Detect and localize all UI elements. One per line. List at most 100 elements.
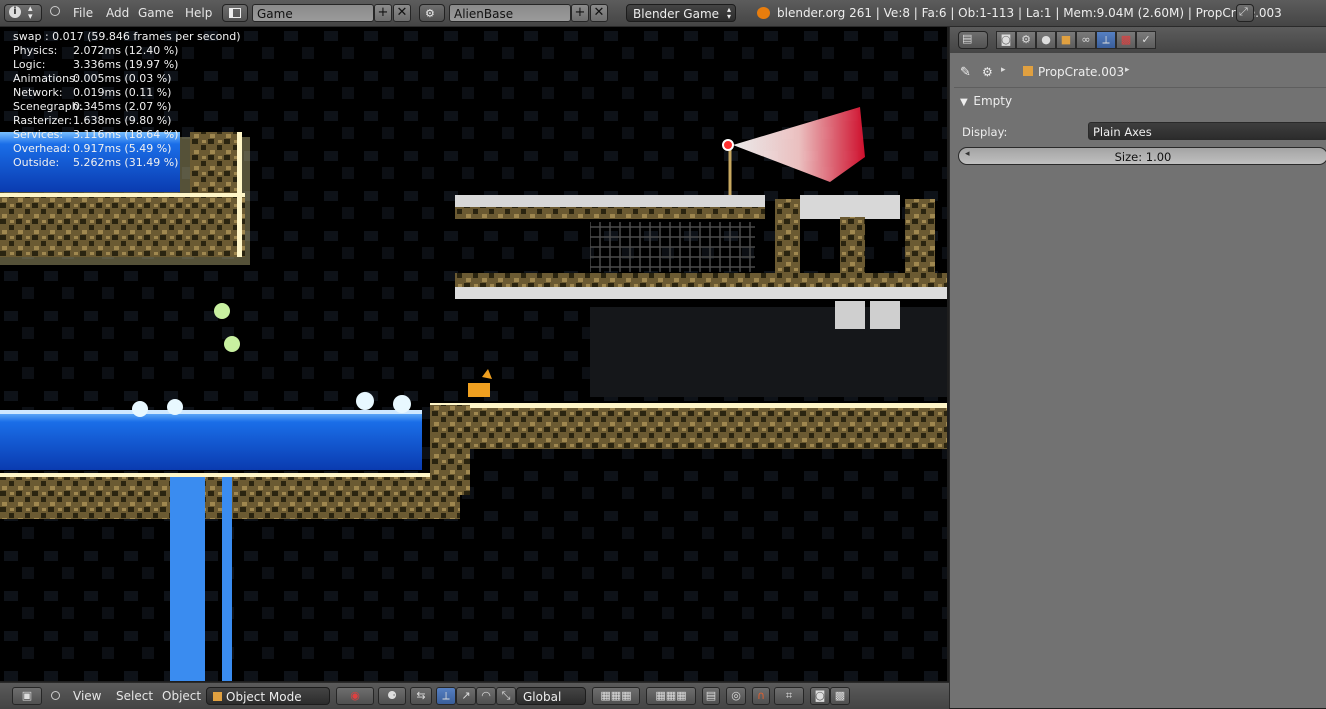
panel-title: Empty: [973, 94, 1013, 108]
scene-name-field[interactable]: AlienBase: [449, 4, 571, 22]
magnet-button[interactable]: ∩: [752, 687, 770, 705]
profiler-value: 2.072ms (12.40 %): [73, 44, 179, 57]
clapper-icon: ▩: [834, 689, 846, 702]
pin-icon[interactable]: ✎: [960, 65, 971, 80]
tab-scene[interactable]: ⚙: [1016, 31, 1036, 49]
snap-icon: ⌗: [785, 689, 793, 702]
rotate-icon: ◠: [481, 689, 491, 702]
layers-icon: ▦▦▦: [655, 689, 687, 702]
profiler-label: Network:: [13, 86, 63, 99]
info-icon: i: [9, 6, 21, 18]
profiler-row: Physics: 2.072ms (12.40 %): [13, 44, 241, 58]
layer-lock-button[interactable]: ▤: [702, 687, 720, 705]
updown-arrows-icon: ▴ ▾: [28, 4, 33, 22]
render-button[interactable]: ◙: [810, 687, 830, 705]
snap-select[interactable]: ⌗: [774, 687, 804, 705]
profiler-value: 1.638ms (9.80 %): [73, 114, 172, 127]
game-viewport[interactable]: swap : 0.017 (59.846 frames per second) …: [0, 27, 947, 681]
profiler-value: 0.005ms (0.03 %): [73, 72, 172, 85]
collapse-menu-icon[interactable]: [51, 691, 60, 700]
size-field[interactable]: ◂ Size: 1.00: [958, 147, 1326, 165]
screen-name-field[interactable]: Game: [252, 4, 374, 22]
engine-select[interactable]: Blender Game ▴ ▾: [626, 4, 736, 22]
screen-layout-button[interactable]: [222, 4, 248, 22]
pivot-select[interactable]: ⚈: [378, 687, 406, 705]
profiler-label: Services:: [13, 128, 64, 141]
add-screen-button[interactable]: +: [374, 4, 392, 22]
world-icon: ●: [1041, 33, 1051, 46]
scene-button[interactable]: ⚙: [419, 4, 445, 22]
display-label: Display:: [962, 125, 1008, 139]
properties-icon: ▤: [962, 32, 973, 45]
breadcrumb-arrow-icon: ▸: [1001, 65, 1006, 75]
menu-game[interactable]: Game: [138, 6, 174, 20]
shading-select[interactable]: ◉: [336, 687, 374, 705]
menu-file[interactable]: File: [73, 6, 93, 20]
scene-icon: ⚙: [425, 7, 435, 20]
fullscreen-button[interactable]: ⤢: [1236, 4, 1254, 22]
updown-arrows-icon: ▴ ▾: [726, 5, 731, 21]
orientation-select[interactable]: Global: [516, 687, 586, 705]
display-select[interactable]: Plain Axes: [1088, 122, 1326, 140]
info-header: i ▴ ▾ File Add Game Help Game + ✕ ⚙ Alien…: [0, 0, 1326, 27]
profiler-row: Scenegraph: 0.345ms (2.07 %): [13, 100, 241, 114]
menu-add[interactable]: Add: [106, 6, 129, 20]
tab-data[interactable]: ⟂: [1096, 31, 1116, 49]
editor-type-button[interactable]: i ▴ ▾: [4, 4, 42, 22]
menu-view[interactable]: View: [73, 689, 101, 703]
breadcrumb-object: PropCrate.003: [1038, 65, 1125, 79]
maximize-icon: ⤢: [1239, 5, 1248, 18]
add-scene-button[interactable]: +: [571, 4, 589, 22]
translate-button[interactable]: ↗: [456, 687, 476, 705]
delete-scene-button[interactable]: ✕: [590, 4, 608, 22]
scale-button[interactable]: ⤡: [496, 687, 516, 705]
tab-render[interactable]: ◙: [996, 31, 1016, 49]
render-anim-button[interactable]: ▩: [830, 687, 850, 705]
plus-icon: +: [377, 5, 389, 20]
layers-row-2[interactable]: ▦▦▦: [646, 687, 696, 705]
delete-screen-button[interactable]: ✕: [393, 4, 411, 22]
profiler-value: 0.917ms (5.49 %): [73, 142, 172, 155]
layout-icon: [229, 8, 241, 18]
axis-icon: ⟂: [442, 689, 450, 702]
scene-icon: ⚙: [1021, 33, 1031, 46]
profiler-row: Outside: 5.262ms (31.49 %): [13, 156, 241, 170]
scale-icon: ⤡: [501, 689, 511, 702]
tab-physics[interactable]: ✓: [1136, 31, 1156, 49]
engine-label: Blender Game: [633, 7, 720, 21]
proportional-edit-button[interactable]: ◎: [726, 687, 746, 705]
rotate-button[interactable]: ◠: [476, 687, 496, 705]
properties-editor: ▤ ◙ ⚙ ● ■ ∞ ⟂ ▩ ✓ ✎ ⚙ ▸ PropCrate.003 ▸ …: [949, 27, 1326, 708]
collapse-menu-icon[interactable]: [50, 6, 60, 16]
tab-object[interactable]: ■: [1056, 31, 1076, 49]
profiler-rows: Physics: 2.072ms (12.40 %) Logic: 3.336ms (…: [13, 44, 259, 170]
menu-help[interactable]: Help: [185, 6, 212, 20]
manipulator-button[interactable]: ⟂: [436, 687, 456, 705]
camera-icon: ◙: [1000, 33, 1012, 46]
editor-type-button[interactable]: ▣: [12, 687, 42, 705]
tab-constraints[interactable]: ∞: [1076, 31, 1096, 49]
panel-empty-header[interactable]: ▼ Empty: [960, 94, 1012, 108]
menu-object[interactable]: Object: [162, 689, 201, 703]
checker-icon: ▩: [1120, 33, 1132, 46]
profiler-label: Animations:: [13, 72, 79, 85]
profiler-label: Outside:: [13, 156, 60, 169]
editor-type-button[interactable]: ▤: [958, 31, 988, 49]
transform-toggle[interactable]: ⇆: [410, 687, 432, 705]
lifebuoy-icon: ◉: [350, 689, 360, 702]
manipulator-icon: ⇆: [416, 689, 426, 702]
decrement-arrow-icon: ◂: [965, 149, 970, 159]
mode-select[interactable]: Object Mode: [206, 687, 330, 705]
menu-select[interactable]: Select: [116, 689, 153, 703]
layers-row-1[interactable]: ▦▦▦: [592, 687, 640, 705]
cube-icon: [1023, 66, 1033, 76]
profiler-row: Rasterizer: 1.638ms (9.80 %): [13, 114, 241, 128]
magnet-icon: ∩: [756, 689, 766, 702]
tab-texture[interactable]: ▩: [1116, 31, 1136, 49]
scene-icon: ⚙: [982, 65, 993, 79]
plus-icon: +: [574, 5, 586, 20]
tab-world[interactable]: ●: [1036, 31, 1056, 49]
profiler-row: Overhead: 0.917ms (5.49 %): [13, 142, 241, 156]
profiler-overlay: swap : 0.017 (59.846 frames per second) …: [13, 30, 259, 170]
scene-stats: blender.org 261 | Ve:8 | Fa:6 | Ob:1-113…: [777, 6, 1282, 20]
